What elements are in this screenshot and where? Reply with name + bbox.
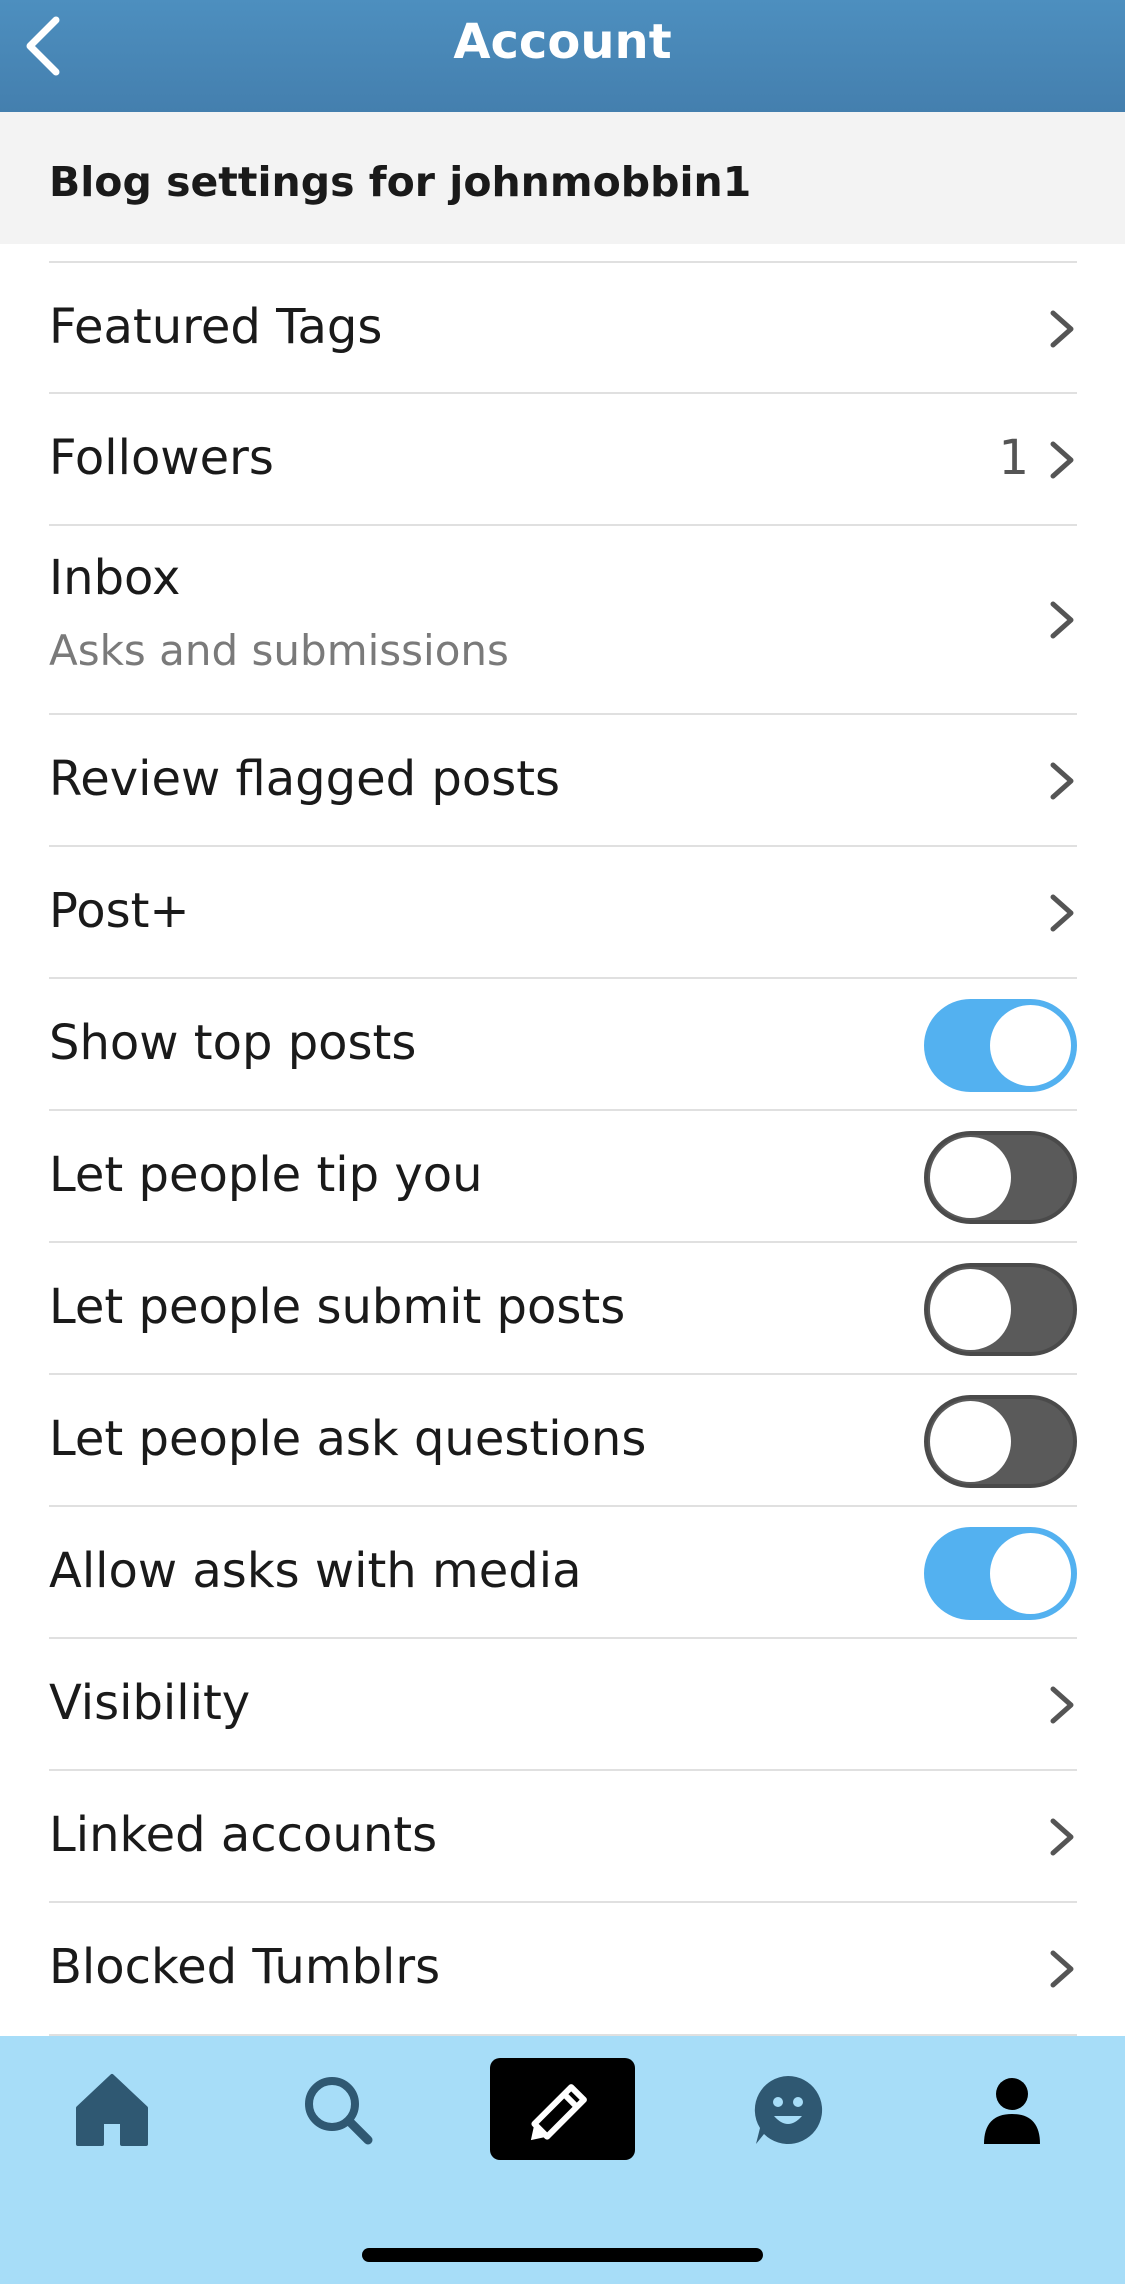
- blog-settings-title: Blog settings for johnmobbin1: [49, 158, 752, 206]
- home-indicator: [362, 2248, 763, 2262]
- row-blocked-tumblrs[interactable]: Blocked Tumblrs: [49, 1903, 1077, 2036]
- row-label: Inbox: [49, 550, 181, 606]
- row-followers[interactable]: Followers 1: [49, 394, 1077, 526]
- row-show-top-posts: Show top posts: [49, 979, 1077, 1111]
- search-icon: [305, 2077, 373, 2145]
- row-label: Let people ask questions: [49, 1411, 647, 1467]
- row-label: Blocked Tumblrs: [49, 1939, 441, 1995]
- row-label: Featured Tags: [49, 299, 383, 355]
- row-featured-tags[interactable]: Featured Tags: [49, 263, 1077, 394]
- tab-search[interactable]: [298, 2070, 378, 2150]
- toggle-knob: [930, 1137, 1011, 1218]
- toggle-knob: [930, 1401, 1011, 1482]
- toggle-knob: [990, 1005, 1071, 1086]
- bottom-tab-bar: [0, 2036, 1125, 2284]
- row-ask-questions: Let people ask questions: [49, 1375, 1077, 1507]
- asks-with-media-toggle[interactable]: [924, 1527, 1077, 1620]
- row-label: Let people tip you: [49, 1147, 483, 1203]
- row-label: Review flagged posts: [49, 751, 561, 807]
- row-label: Let people submit posts: [49, 1279, 626, 1335]
- tab-account[interactable]: [972, 2070, 1052, 2150]
- account-person-icon: [984, 2078, 1040, 2144]
- submit-posts-toggle[interactable]: [924, 1263, 1077, 1356]
- row-asks-with-media: Allow asks with media: [49, 1507, 1077, 1639]
- chevron-right-icon: [1050, 762, 1074, 800]
- row-linked-accounts[interactable]: Linked accounts: [49, 1771, 1077, 1903]
- row-label: Post+: [49, 883, 190, 939]
- followers-count: 1: [998, 430, 1029, 486]
- compose-pencil-icon: [530, 2084, 587, 2141]
- tip-you-toggle[interactable]: [924, 1131, 1077, 1224]
- tab-home[interactable]: [72, 2070, 152, 2150]
- page-title: Account: [453, 14, 672, 70]
- chevron-right-icon: [1050, 894, 1074, 932]
- blog-settings-header: Blog settings for johnmobbin1: [0, 112, 1125, 244]
- chevron-right-icon: [1050, 310, 1074, 348]
- toggle-knob: [990, 1533, 1071, 1614]
- row-label: Followers: [49, 430, 274, 486]
- row-submit-posts: Let people submit posts: [49, 1243, 1077, 1375]
- compose-button[interactable]: [490, 2058, 635, 2160]
- row-inbox[interactable]: Inbox Asks and submissions: [49, 526, 1077, 715]
- home-icon: [76, 2074, 148, 2146]
- chevron-right-icon: [1050, 1686, 1074, 1724]
- toggle-knob: [930, 1269, 1011, 1350]
- row-label: Show top posts: [49, 1015, 417, 1071]
- row-label: Allow asks with media: [49, 1543, 582, 1599]
- row-label: Linked accounts: [49, 1807, 438, 1863]
- activity-face-icon: [754, 2076, 823, 2144]
- chevron-right-icon: [1050, 1950, 1074, 1988]
- ask-questions-toggle[interactable]: [924, 1395, 1077, 1488]
- tab-activity[interactable]: [748, 2070, 828, 2150]
- show-top-posts-toggle[interactable]: [924, 999, 1077, 1092]
- chevron-right-icon: [1050, 601, 1074, 639]
- row-subtitle: Asks and submissions: [49, 626, 509, 675]
- row-tip-you: Let people tip you: [49, 1111, 1077, 1243]
- row-visibility[interactable]: Visibility: [49, 1639, 1077, 1771]
- row-label: Visibility: [49, 1675, 251, 1731]
- row-review-flagged-posts[interactable]: Review flagged posts: [49, 715, 1077, 847]
- nav-header: Account: [0, 0, 1125, 112]
- chevron-right-icon: [1050, 1818, 1074, 1856]
- chevron-right-icon: [1050, 441, 1074, 479]
- row-post-plus[interactable]: Post+: [49, 847, 1077, 979]
